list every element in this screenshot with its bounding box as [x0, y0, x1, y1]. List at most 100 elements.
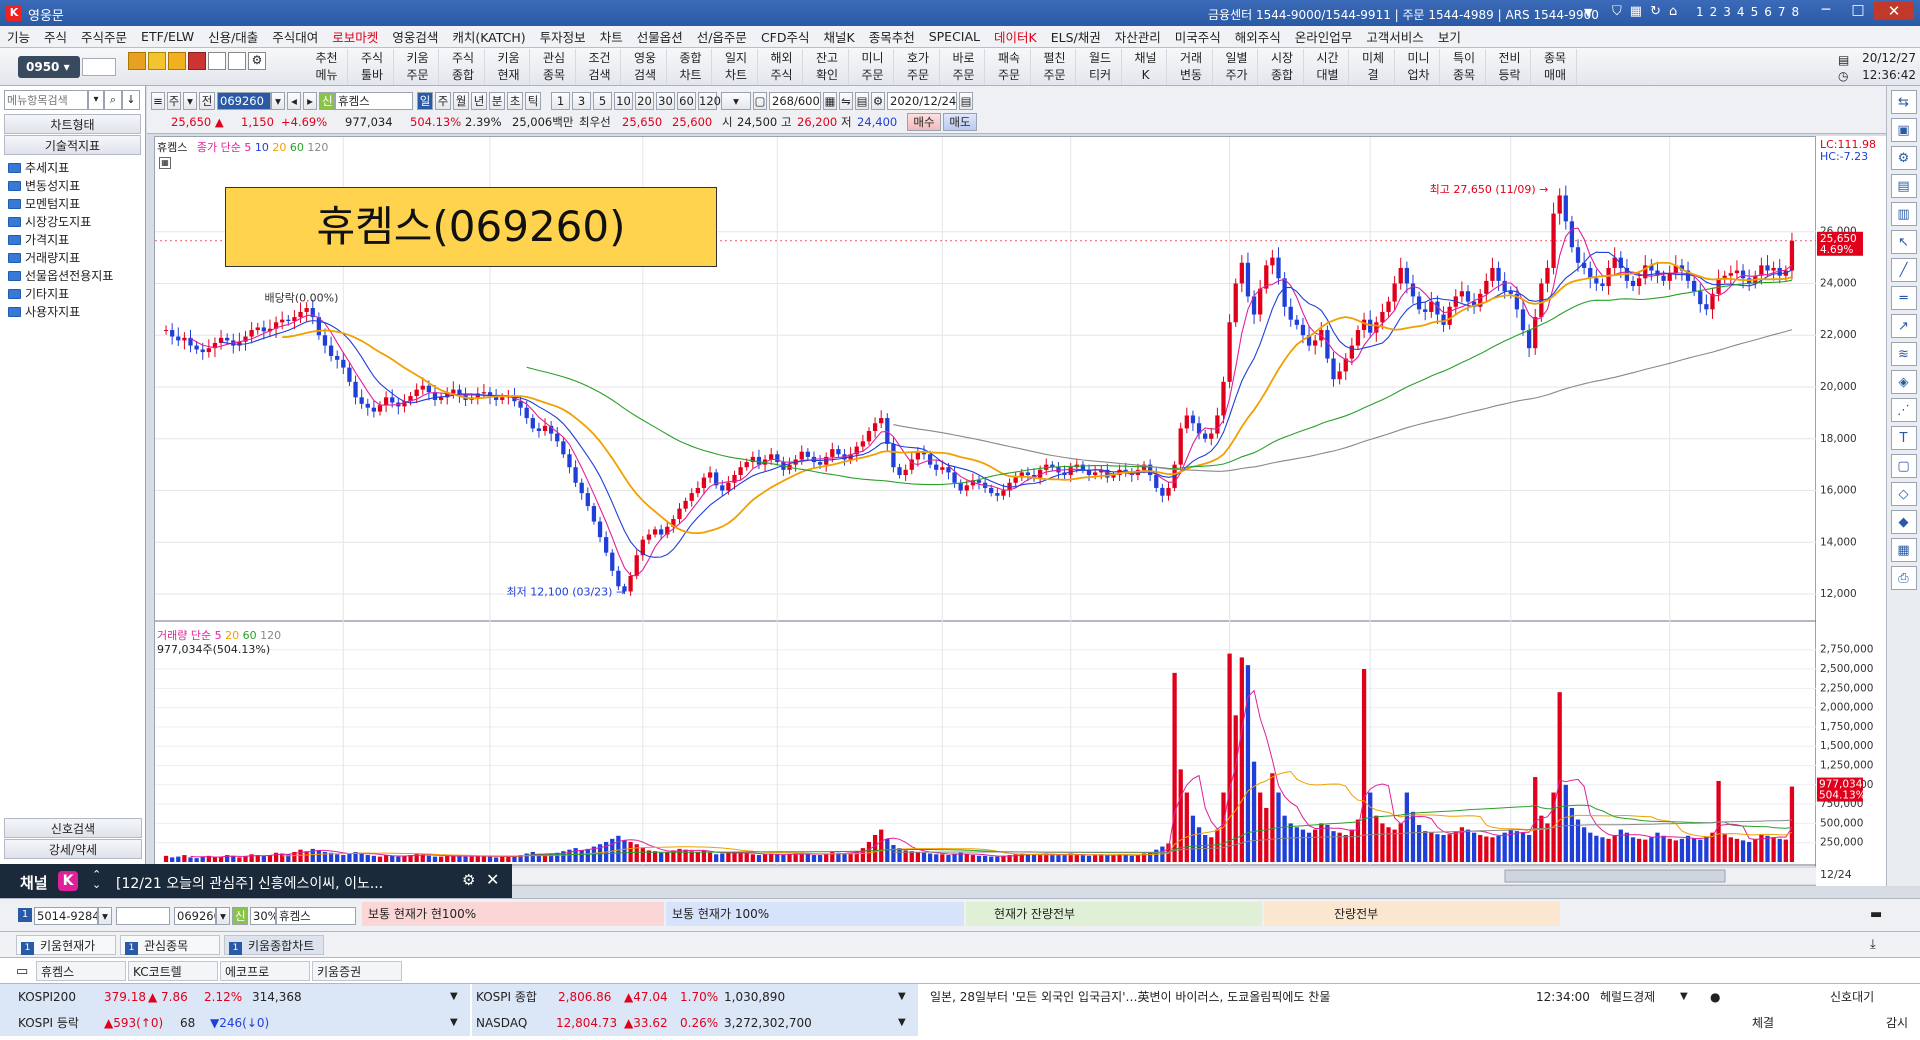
toolbar-button-18[interactable]: 채널 K: [1125, 49, 1167, 85]
period-button-2[interactable]: 월: [453, 92, 469, 110]
interval-button-1[interactable]: 1: [551, 92, 570, 110]
monitor-button[interactable]: 감시: [1886, 1010, 1908, 1036]
clock-icon[interactable]: [208, 52, 226, 70]
menu-item-12[interactable]: 선/옵주문: [690, 27, 754, 46]
menu-item-16[interactable]: SPECIAL: [922, 29, 987, 44]
toolbar-button-0[interactable]: 추천 메뉴: [306, 49, 348, 85]
hline-icon[interactable]: ═: [1890, 286, 1917, 310]
order-code-field[interactable]: 069260: [174, 907, 216, 925]
trendline-icon[interactable]: ╱: [1890, 258, 1917, 282]
toolbar-button-26[interactable]: 전비 등락: [1489, 49, 1531, 85]
chart-date-field[interactable]: 2020/12/24: [887, 92, 957, 110]
channel-k-bar[interactable]: 채널 K ⌃ ⌄ [12/21 오늘의 관심주] 신흥에스이씨, 이노... ⚙ …: [0, 864, 512, 898]
account-field[interactable]: 5014-9284: [34, 907, 98, 925]
menu-item-7[interactable]: 영웅검색: [385, 27, 445, 46]
menu-item-6[interactable]: 로보마켓: [325, 27, 385, 46]
toolbar-button-7[interactable]: 영웅 검색: [625, 49, 667, 85]
chart-icon-c[interactable]: ⇋: [839, 92, 853, 110]
prev-button[interactable]: 전: [199, 92, 215, 110]
toolbar-button-27[interactable]: 종목 매매: [1535, 49, 1577, 85]
execution-button[interactable]: 체결: [1752, 1010, 1774, 1036]
toolbar-button-9[interactable]: 일지 차트: [716, 49, 758, 85]
signal-search-tab[interactable]: 신호검색: [4, 818, 142, 838]
indicator-folder-2[interactable]: 모멘텀지표: [0, 195, 145, 213]
interval-button-20[interactable]: 20: [635, 92, 654, 110]
page-number-4[interactable]: 4: [1737, 5, 1745, 19]
gear-icon[interactable]: ⚙: [248, 52, 266, 70]
buy-button[interactable]: 매수: [907, 113, 941, 131]
toolbar-button-3[interactable]: 주식 종합: [443, 49, 485, 85]
toolbar-button-10[interactable]: 해외 주식: [761, 49, 803, 85]
period-all-button[interactable]: ▾: [183, 92, 197, 110]
dropdown-icon[interactable]: ▼: [898, 1010, 906, 1036]
toolbar-button-11[interactable]: 잔고 확인: [807, 49, 849, 85]
page-number-1[interactable]: 1: [1696, 5, 1704, 19]
calendar-icon[interactable]: ▤: [959, 92, 973, 110]
period-button-5[interactable]: 초: [507, 92, 523, 110]
download-icon[interactable]: ⤓: [1870, 937, 1876, 952]
menu-item-17[interactable]: 데이터K: [987, 27, 1044, 46]
interval-button-5[interactable]: 5: [593, 92, 612, 110]
menu-item-4[interactable]: 신용/대출: [201, 27, 265, 46]
news-dropdown-icon[interactable]: ▼: [1680, 984, 1688, 1010]
window-tab-1[interactable]: 1 관심종목: [120, 935, 220, 955]
interval-button-3[interactable]: 3: [572, 92, 591, 110]
indicator-folder-3[interactable]: 시장강도지표: [0, 213, 145, 231]
toolbar-button-14[interactable]: 바로 주문: [943, 49, 985, 85]
menu-item-2[interactable]: 주식주문: [74, 27, 134, 46]
nasdaq-row[interactable]: NASDAQ 12,804.73 ▲33.62 0.26% 3,272,302,…: [472, 1010, 918, 1036]
close-button[interactable]: ✕: [1874, 2, 1914, 20]
menu-item-22[interactable]: 온라인업무: [1288, 27, 1360, 46]
lock-icon[interactable]: [168, 52, 186, 70]
eraser-icon[interactable]: ◇: [1890, 482, 1917, 506]
period-button-1[interactable]: 주: [435, 92, 451, 110]
code-dropdown-icon[interactable]: ▾: [271, 92, 285, 110]
toolbar-button-20[interactable]: 일별 주가: [1216, 49, 1258, 85]
menu-item-21[interactable]: 해외주식: [1228, 27, 1288, 46]
kospi-row[interactable]: KOSPI 종합 2,806.86 ▲47.04 1.70% 1,030,890…: [472, 984, 918, 1010]
gann-icon[interactable]: ⋰: [1890, 398, 1917, 422]
swap-icon[interactable]: ⇆: [1890, 90, 1917, 114]
dropdown-icon[interactable]: ▼: [1584, 6, 1592, 19]
interval-button-10[interactable]: 10: [614, 92, 633, 110]
toolbar-button-13[interactable]: 호가 주문: [898, 49, 940, 85]
page-number-8[interactable]: 8: [1791, 5, 1799, 19]
speaker-icon[interactable]: ◂: [287, 92, 301, 110]
toolbar-button-21[interactable]: 시장 종합: [1262, 49, 1304, 85]
layout-icon[interactable]: ▣: [1890, 118, 1917, 142]
gear-icon[interactable]: ⚙: [462, 871, 475, 889]
auto-trend-icon[interactable]: ↗: [1890, 314, 1917, 338]
order-icon[interactable]: [128, 52, 146, 70]
toolbar-button-15[interactable]: 패속 주문: [989, 49, 1031, 85]
window-tab-0[interactable]: 1 키움현재가: [16, 935, 116, 955]
settings-icon[interactable]: ⚙: [1890, 146, 1917, 170]
window-tab-2[interactable]: 1 키움종합차트: [224, 935, 324, 955]
gear-icon[interactable]: ⚙: [871, 92, 885, 110]
dropdown-icon[interactable]: ▼: [450, 984, 458, 1010]
menu-item-23[interactable]: 고객서비스: [1359, 27, 1431, 46]
window-icon[interactable]: [228, 52, 246, 70]
menu-item-20[interactable]: 미국주식: [1168, 27, 1228, 46]
chart-icon-d[interactable]: ▤: [855, 92, 869, 110]
shield-icon[interactable]: ⛉: [1612, 4, 1622, 19]
interval-button-30[interactable]: 30: [656, 92, 675, 110]
account-dropdown-icon[interactable]: ▾: [98, 907, 112, 925]
chart-canvas[interactable]: 03040506070809101112최고 27,650 (11/09) →최…: [154, 136, 1817, 886]
maximize-button[interactable]: □: [1842, 2, 1874, 20]
sell-order-segment[interactable]: 보통 현재가 100%: [666, 902, 964, 926]
period-button-4[interactable]: 분: [489, 92, 505, 110]
chart-type-tab[interactable]: 차트형태: [4, 114, 141, 134]
favorite-stock-0[interactable]: 휴켐스: [36, 961, 126, 981]
page-number-6[interactable]: 6: [1764, 5, 1772, 19]
dropdown-icon[interactable]: ▼: [898, 984, 906, 1010]
cursor-icon[interactable]: ↖: [1890, 230, 1917, 254]
fibo-icon[interactable]: ≋: [1890, 342, 1917, 366]
favorites-icon[interactable]: ▭: [16, 964, 28, 979]
margin-pct-field[interactable]: 30%: [250, 907, 276, 925]
custom-period-select[interactable]: ▾: [721, 92, 751, 110]
toolbar-button-19[interactable]: 거래 변동: [1171, 49, 1213, 85]
toolbar-button-16[interactable]: 펼친 주문: [1034, 49, 1076, 85]
period-button-0[interactable]: 일: [417, 92, 433, 110]
arrow-icon[interactable]: ▸: [303, 92, 317, 110]
chart-settings-icon[interactable]: ▦: [159, 157, 171, 169]
